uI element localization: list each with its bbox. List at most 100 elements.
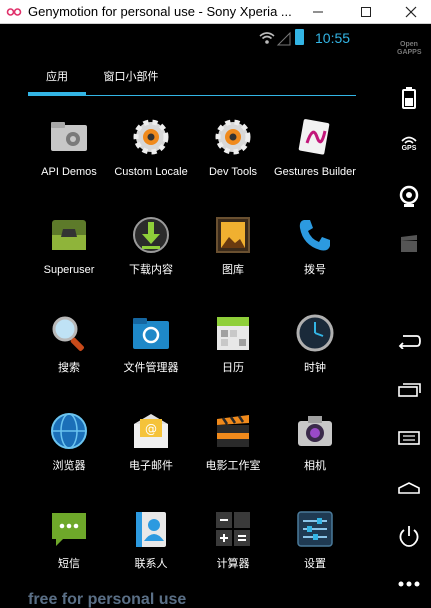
app-browser[interactable]: 浏览器 [28, 407, 110, 497]
minimize-button[interactable] [295, 0, 341, 24]
app-settings[interactable]: 设置 [274, 505, 356, 595]
app-label: 电影工作室 [205, 460, 261, 472]
superuser-icon [52, 220, 86, 250]
app-search[interactable]: 搜索 [28, 309, 110, 399]
app-file-manager[interactable]: 文件管理器 [110, 309, 192, 399]
battery-icon [295, 29, 304, 45]
email-icon: @ [134, 414, 168, 448]
genymotion-logo-icon [6, 8, 22, 16]
gear-orange-icon [133, 119, 169, 155]
clapperboard-icon [217, 415, 249, 447]
app-movie-studio[interactable]: 电影工作室 [192, 407, 274, 497]
recent-apps-button[interactable] [387, 381, 431, 397]
drawer-tabs: 应用 窗口小部件 [28, 59, 358, 97]
app-label: 电子邮件 [129, 460, 173, 472]
app-label: 搜索 [58, 362, 80, 374]
clapperboard-icon [401, 235, 417, 252]
tab-selected-indicator [28, 92, 86, 96]
gear-orange-icon [215, 119, 251, 155]
camera-icon [298, 416, 332, 446]
power-icon [399, 526, 419, 547]
app-custom-locale[interactable]: Custom Locale [110, 113, 192, 203]
app-gestures-builder[interactable]: Gestures Builder [274, 113, 356, 203]
android-screen: 10:55 应用 窗口小部件 API Demos Custom Locale D… [0, 25, 387, 608]
maximize-icon [361, 7, 371, 17]
tab-apps[interactable]: 应用 [28, 59, 86, 93]
settings-sliders-icon [297, 511, 333, 547]
app-label: Gestures Builder [274, 166, 356, 178]
sms-icon [52, 513, 86, 546]
download-icon [133, 217, 169, 253]
more-dots-icon [398, 581, 420, 587]
tab-widgets[interactable]: 窗口小部件 [96, 59, 166, 93]
more-options-button[interactable] [387, 581, 431, 587]
magnifier-icon [52, 316, 84, 351]
gps-button[interactable]: GPS [387, 135, 431, 152]
window-title-bar: Genymotion for personal use - Sony Xperi… [0, 0, 431, 24]
menu-icon [398, 431, 420, 445]
app-label: 短信 [58, 558, 80, 570]
app-label: API Demos [41, 166, 97, 178]
phone-icon [299, 220, 330, 251]
app-label: 浏览器 [52, 460, 86, 472]
back-icon [398, 335, 421, 349]
minimize-icon [313, 11, 323, 13]
gps-signal-icon [401, 136, 417, 144]
maximize-button[interactable] [343, 0, 389, 24]
home-button[interactable] [387, 481, 431, 495]
calculator-icon [216, 512, 250, 546]
contacts-icon [136, 512, 166, 547]
app-gallery[interactable]: 图库 [192, 211, 274, 301]
gps-label: GPS [401, 145, 417, 152]
app-dev-tools[interactable]: Dev Tools [192, 113, 274, 203]
app-label: 计算器 [216, 558, 250, 570]
app-api-demos[interactable]: API Demos [28, 113, 110, 203]
app-superuser[interactable]: Superuser [28, 211, 110, 301]
window-title: Genymotion for personal use - Sony Xperi… [28, 4, 292, 19]
app-email[interactable]: @ 电子邮件 [110, 407, 192, 497]
app-label: 图库 [222, 264, 244, 276]
app-label: 日历 [222, 362, 244, 374]
close-icon [405, 6, 417, 18]
status-clock: 10:55 [315, 30, 351, 46]
svg-text:@: @ [145, 422, 157, 436]
calendar-icon [217, 317, 249, 350]
recent-apps-icon [398, 383, 421, 397]
app-label: Custom Locale [114, 166, 188, 178]
app-contacts[interactable]: 联系人 [110, 505, 192, 595]
file-manager-icon [133, 318, 169, 349]
app-label: 时钟 [304, 362, 326, 374]
app-label: 相机 [304, 460, 326, 472]
app-label: Dev Tools [208, 166, 258, 178]
close-button[interactable] [388, 0, 431, 24]
clock-icon [296, 314, 334, 352]
folder-gear-icon [51, 122, 87, 151]
watermark-text: free for personal use [28, 591, 187, 608]
app-camera[interactable]: 相机 [274, 407, 356, 497]
app-label: 文件管理器 [123, 362, 179, 374]
webcam-button[interactable] [387, 185, 431, 209]
app-downloads[interactable]: 下载内容 [110, 211, 192, 301]
status-bar: 10:55 [0, 25, 387, 51]
webcam-icon [399, 185, 419, 207]
app-label: 联系人 [134, 558, 168, 570]
power-button[interactable] [387, 525, 431, 547]
device-toolbar: Open GAPPS GPS [387, 25, 431, 608]
screencast-button[interactable] [387, 235, 431, 253]
gestures-icon [298, 119, 330, 155]
app-label: 下载内容 [129, 264, 173, 276]
wifi-signal-icon [259, 31, 291, 46]
open-gapps-button[interactable]: Open GAPPS [387, 41, 431, 57]
menu-button[interactable] [387, 431, 431, 445]
home-icon [398, 482, 420, 494]
app-calculator[interactable]: 计算器 [192, 505, 274, 595]
battery-button[interactable] [387, 87, 431, 109]
back-button[interactable] [387, 333, 431, 349]
app-calendar[interactable]: 日历 [192, 309, 274, 399]
app-clock[interactable]: 时钟 [274, 309, 356, 399]
globe-icon [51, 413, 87, 449]
battery-icon [402, 87, 416, 109]
open-gapps-label: Open GAPPS [397, 41, 422, 56]
app-phone[interactable]: 拨号 [274, 211, 356, 301]
app-sms[interactable]: 短信 [28, 505, 110, 595]
